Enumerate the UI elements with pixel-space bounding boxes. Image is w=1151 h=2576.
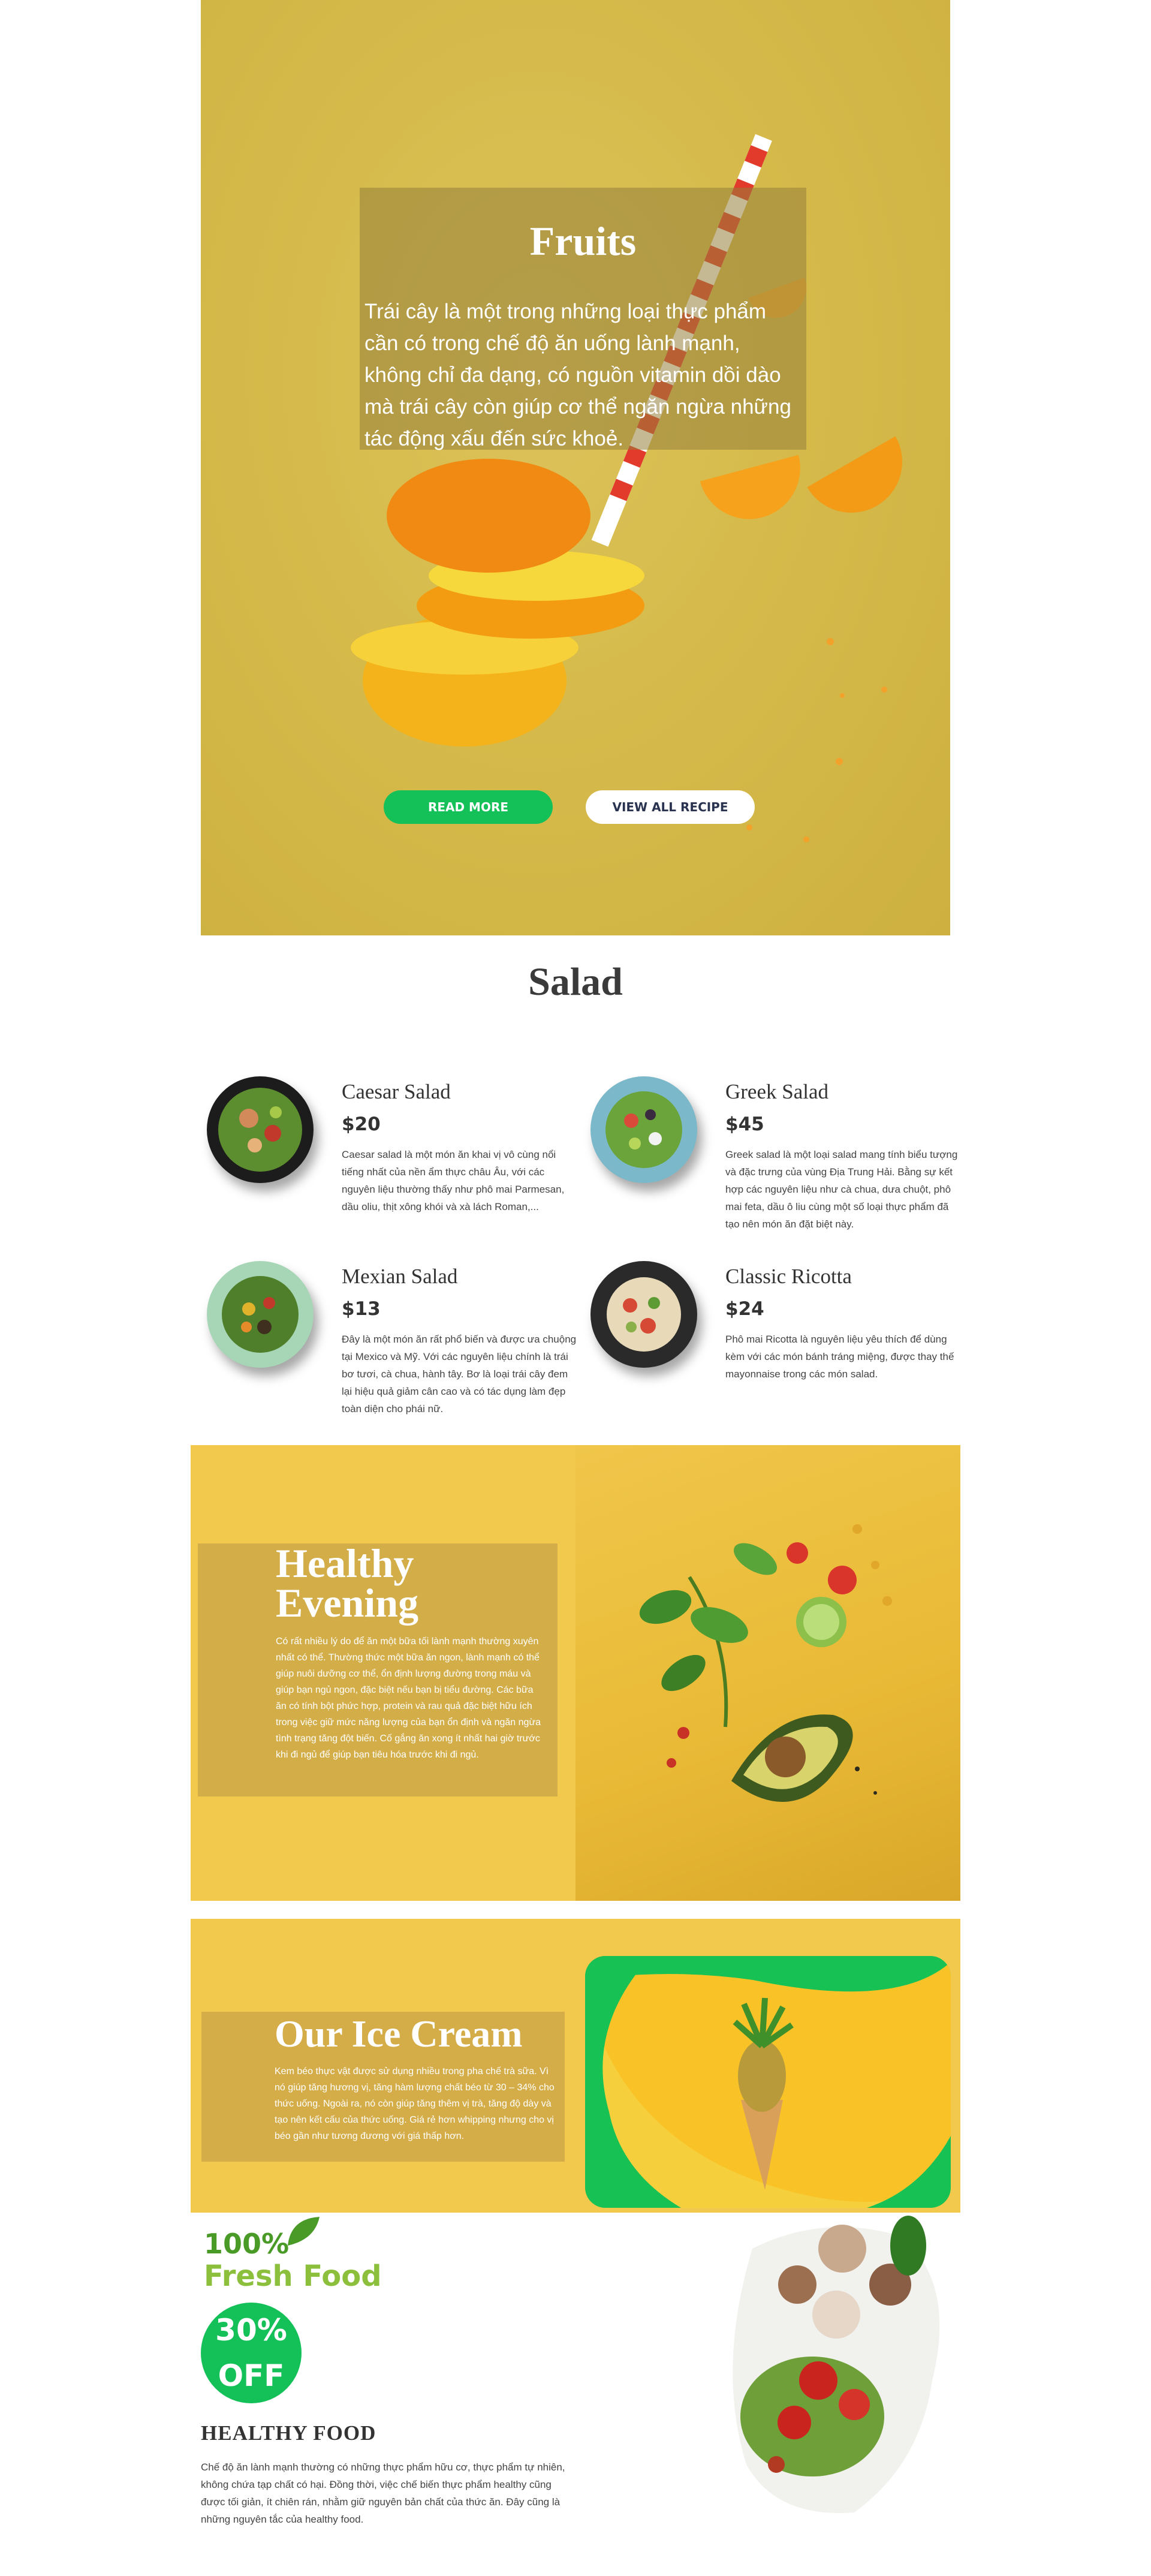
vegetables-image (733, 2216, 940, 2513)
salad-item-mexian[interactable]: Mexian Salad $13 Đây là một món ăn rất p… (201, 1261, 578, 1441)
salad-description: Phô mai Ricotta là nguyên liệu yêu thích… (725, 1334, 954, 1380)
fresh-food-label: Fresh Food (204, 2259, 382, 2293)
caesar-salad-image (207, 1076, 314, 1183)
read-more-button[interactable]: READ MORE (384, 790, 553, 824)
hero-text-box: Fruits Trái cây là một trong những loại … (360, 188, 806, 450)
salad-description: Đây là một món ăn rất phổ biến và được ư… (342, 1334, 577, 1415)
salad-name: Greek Salad (725, 1080, 829, 1103)
leaf-icon (288, 2217, 320, 2246)
mexian-salad-image (207, 1261, 314, 1368)
salad-name: Caesar Salad (342, 1080, 451, 1103)
greek-salad-image (590, 1076, 697, 1183)
hero-section: Fruits Trái cây là một trong những loại … (201, 0, 950, 935)
salad-item-classic-ricotta[interactable]: Classic Ricotta $24 Phô mai Ricotta là n… (584, 1261, 962, 1441)
salad-heading: Salad (528, 960, 623, 1004)
fruit-illustration (351, 134, 902, 842)
healthy-evening-image (576, 1445, 960, 1901)
healthy-evening-text-box: Healthy Evening Có rất nhiều lý do để ăn… (198, 1543, 558, 1796)
hero-title: Fruits (529, 218, 637, 264)
healthy-food-description: Chế độ ăn lành mạnh thường có những thực… (201, 2461, 565, 2525)
salad-price: $13 (342, 1298, 381, 1320)
discount-off-label: OFF (218, 2358, 285, 2393)
healthy-evening-section: Healthy Evening Có rất nhiều lý do để ăn… (191, 1445, 960, 1901)
salad-item-greek[interactable]: Greek Salad $45 Greek salad là một loại … (584, 1076, 962, 1256)
healthy-evening-description: Có rất nhiều lý do để ăn một bữa tối làn… (276, 1636, 541, 1760)
view-all-recipe-button[interactable]: VIEW ALL RECIPE (586, 790, 755, 824)
ice-cream-image (585, 1956, 951, 2208)
discount-percent: 30% (215, 2313, 287, 2348)
salad-price: $20 (342, 1114, 381, 1135)
fresh-food-percent: 100% (204, 2228, 290, 2260)
salad-name: Mexian Salad (342, 1265, 458, 1288)
ice-cream-section: Our Ice Cream Kem béo thực vật được sử d… (191, 1919, 960, 2213)
salad-description: Greek salad là một loại salad mang tính … (725, 1149, 958, 1230)
healthy-evening-title: Healthy Evening (276, 1540, 419, 1626)
salad-name: Classic Ricotta (725, 1265, 852, 1288)
salad-item-caesar[interactable]: Caesar Salad $20 Caesar salad là một món… (201, 1076, 578, 1256)
ice-cream-text-box: Our Ice Cream Kem béo thực vật được sử d… (201, 2012, 565, 2162)
ice-cream-title: Our Ice Cream (275, 2012, 523, 2055)
classic-ricotta-image (590, 1261, 697, 1368)
salad-price: $24 (725, 1298, 764, 1320)
discount-badge: 30% OFF (201, 2303, 302, 2403)
salad-description: Caesar salad là một món ăn khai vị vô cù… (342, 1149, 565, 1212)
ice-cream-description: Kem béo thực vật được sử dụng nhiều tron… (275, 2066, 555, 2141)
hero-description: Trái cây là một trong những loại thực ph… (364, 300, 791, 450)
salad-price: $45 (725, 1114, 764, 1135)
healthy-food-title: HEALTHY FOOD (201, 2421, 376, 2445)
